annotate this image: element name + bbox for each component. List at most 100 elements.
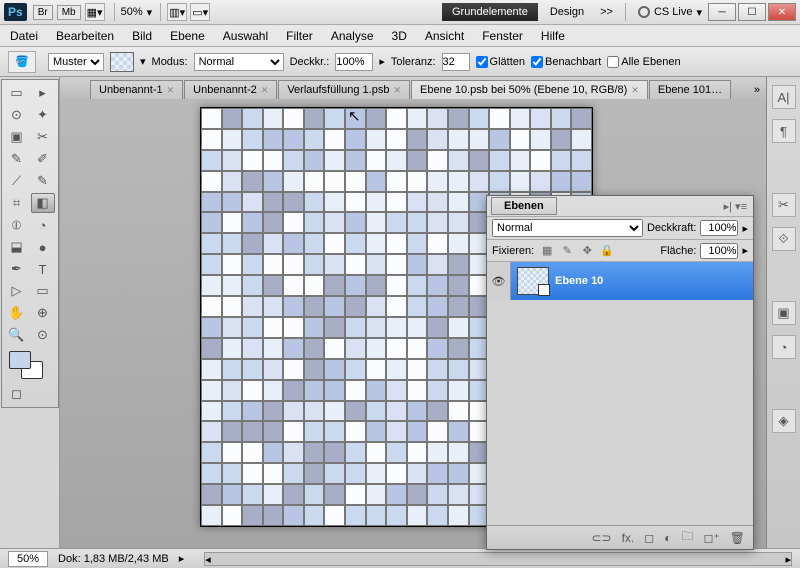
layer-fill-input[interactable] xyxy=(700,243,738,259)
tool-10[interactable]: ⌗ xyxy=(5,193,29,213)
all-layers-checkbox[interactable]: Alle Ebenen xyxy=(607,56,680,68)
current-tool-icon[interactable]: 🪣 xyxy=(8,51,36,73)
tab-verlaufsfuellung[interactable]: Verlaufsfüllung 1.psb✕ xyxy=(278,80,410,99)
lock-position-icon[interactable]: ✥ xyxy=(580,244,594,258)
new-group-icon[interactable]: 🗀 xyxy=(681,527,693,548)
visibility-icon[interactable]: 👁 xyxy=(487,262,511,300)
tab-unbenannt-1[interactable]: Unbenannt-1✕ xyxy=(90,80,183,99)
menu-filter[interactable]: Filter xyxy=(286,29,313,43)
close-icon[interactable]: ✕ xyxy=(167,85,175,96)
character-panel-icon[interactable]: A| xyxy=(772,85,796,109)
tool-16[interactable]: ✒ xyxy=(5,259,29,279)
opacity-input[interactable] xyxy=(335,53,373,71)
quickmask-icon[interactable]: ◻ xyxy=(5,384,29,404)
menu-bild[interactable]: Bild xyxy=(132,29,152,43)
status-doc-size[interactable]: Dok: 1,83 MB/2,43 MB xyxy=(58,553,169,565)
fill-type-select[interactable]: Muster xyxy=(48,53,104,71)
lock-image-icon[interactable]: ✎ xyxy=(560,244,574,258)
foreground-background-swatch[interactable] xyxy=(5,347,29,382)
tool-2[interactable]: ⊙ xyxy=(5,105,29,125)
horizontal-scrollbar[interactable]: ◂▸ xyxy=(204,552,792,566)
menu-bearbeiten[interactable]: Bearbeiten xyxy=(56,29,114,43)
layer-fx-icon[interactable]: fx. xyxy=(622,531,635,545)
menu-hilfe[interactable]: Hilfe xyxy=(541,29,565,43)
view-extras-icon[interactable]: ▦▾ xyxy=(85,3,105,21)
tab-ebene10[interactable]: Ebene 10.psb bei 50% (Ebene 10, RGB/8)✕ xyxy=(411,80,648,99)
menu-fenster[interactable]: Fenster xyxy=(482,29,523,43)
menu-3d[interactable]: 3D xyxy=(392,29,407,43)
screen-mode-icon[interactable]: ▭▾ xyxy=(190,3,210,21)
adjustment-layer-icon[interactable]: ◐ xyxy=(664,531,671,545)
menu-ansicht[interactable]: Ansicht xyxy=(425,29,464,43)
tool-11[interactable]: ◧ xyxy=(31,193,55,213)
pattern-swatch[interactable] xyxy=(110,52,134,72)
tool-9[interactable]: ✎ xyxy=(31,171,55,191)
cslive-button[interactable]: CS Live ▾ xyxy=(638,6,702,19)
arrange-icon[interactable]: ▥▾ xyxy=(167,3,187,21)
tool-18[interactable]: ▷ xyxy=(5,281,29,301)
tab-unbenannt-2[interactable]: Unbenannt-2✕ xyxy=(184,80,277,99)
layer-mask-icon[interactable]: ◻ xyxy=(644,531,654,545)
history-panel-icon[interactable]: ◔ xyxy=(772,335,796,359)
workspace-grundelemente[interactable]: Grundelemente xyxy=(442,3,538,21)
maximize-button[interactable]: ☐ xyxy=(738,3,766,21)
blend-mode-select[interactable]: Normal xyxy=(194,53,284,71)
menu-datei[interactable]: Datei xyxy=(10,29,38,43)
menu-auswahl[interactable]: Auswahl xyxy=(223,29,268,43)
status-zoom[interactable]: 50% xyxy=(8,551,48,567)
antialias-checkbox[interactable]: Glätten xyxy=(476,56,525,68)
menu-ebene[interactable]: Ebene xyxy=(170,29,205,43)
tool-4[interactable]: ▣ xyxy=(5,127,29,147)
lock-all-icon[interactable]: 🔒 xyxy=(600,244,614,258)
layer-list[interactable]: 👁 Ebene 10 xyxy=(487,262,753,525)
contiguous-checkbox[interactable]: Benachbart xyxy=(531,56,601,68)
tool-12[interactable]: ⦶ xyxy=(5,215,29,235)
layer-name[interactable]: Ebene 10 xyxy=(555,275,603,287)
layers-panel-icon[interactable]: ◈ xyxy=(772,409,796,433)
minimize-button[interactable]: ─ xyxy=(708,3,736,21)
tool-17[interactable]: T xyxy=(31,259,55,279)
lock-transparency-icon[interactable]: ▦ xyxy=(540,244,554,258)
tabs-overflow[interactable]: » xyxy=(748,81,766,99)
tool-21[interactable]: ⊕ xyxy=(31,303,55,323)
tool-14[interactable]: ⬓ xyxy=(5,237,29,257)
tool-1[interactable]: ▸ xyxy=(31,83,55,103)
tool-7[interactable]: ✐ xyxy=(31,149,55,169)
tool-23[interactable]: ⊙ xyxy=(31,325,55,345)
workspace-design[interactable]: Design xyxy=(540,3,594,21)
layers-tab[interactable]: Ebenen xyxy=(491,197,557,215)
tool-15[interactable]: ● xyxy=(31,237,55,257)
menu-analyse[interactable]: Analyse xyxy=(331,29,374,43)
navigator-panel-icon[interactable]: ▣ xyxy=(772,301,796,325)
link-layers-icon[interactable]: ⊂⊃ xyxy=(591,531,611,545)
delete-layer-icon[interactable]: 🗑 xyxy=(730,531,745,545)
close-icon[interactable]: ✕ xyxy=(261,85,269,96)
close-icon[interactable]: ✕ xyxy=(393,85,401,96)
layer-blend-select[interactable]: Normal xyxy=(492,219,643,237)
bridge-button[interactable]: Br xyxy=(33,5,53,20)
tolerance-input[interactable] xyxy=(442,53,470,71)
tool-0[interactable]: ▭ xyxy=(5,83,29,103)
workspace-more[interactable]: >> xyxy=(594,3,619,21)
layer-row[interactable]: 👁 Ebene 10 xyxy=(487,262,753,300)
tool-13[interactable]: ◔ xyxy=(31,215,55,235)
clone-panel-icon[interactable]: ⟐ xyxy=(772,227,796,251)
tool-22[interactable]: 🔍 xyxy=(5,325,29,345)
tool-20[interactable]: ✋ xyxy=(5,303,29,323)
new-layer-icon[interactable]: ◻⁺ xyxy=(703,531,719,545)
close-icon[interactable]: ✕ xyxy=(631,85,639,96)
tool-8[interactable]: ⟋ xyxy=(5,171,29,191)
tool-6[interactable]: ✎ xyxy=(5,149,29,169)
tab-ebene101[interactable]: Ebene 101… xyxy=(649,80,731,99)
panel-menu-icon[interactable]: ▸| ▾≡ xyxy=(718,200,753,213)
close-button[interactable]: ✕ xyxy=(768,3,796,21)
layer-opacity-input[interactable] xyxy=(700,220,738,236)
tool-19[interactable]: ▭ xyxy=(31,281,55,301)
paragraph-panel-icon[interactable]: ¶ xyxy=(772,119,796,143)
minibridge-button[interactable]: Mb xyxy=(57,5,81,20)
brush-panel-icon[interactable]: ✂ xyxy=(772,193,796,217)
tool-3[interactable]: ✦ xyxy=(31,105,55,125)
tool-5[interactable]: ✂ xyxy=(31,127,55,147)
zoom-level[interactable]: 50% xyxy=(121,6,143,18)
layer-thumbnail[interactable] xyxy=(517,267,549,295)
